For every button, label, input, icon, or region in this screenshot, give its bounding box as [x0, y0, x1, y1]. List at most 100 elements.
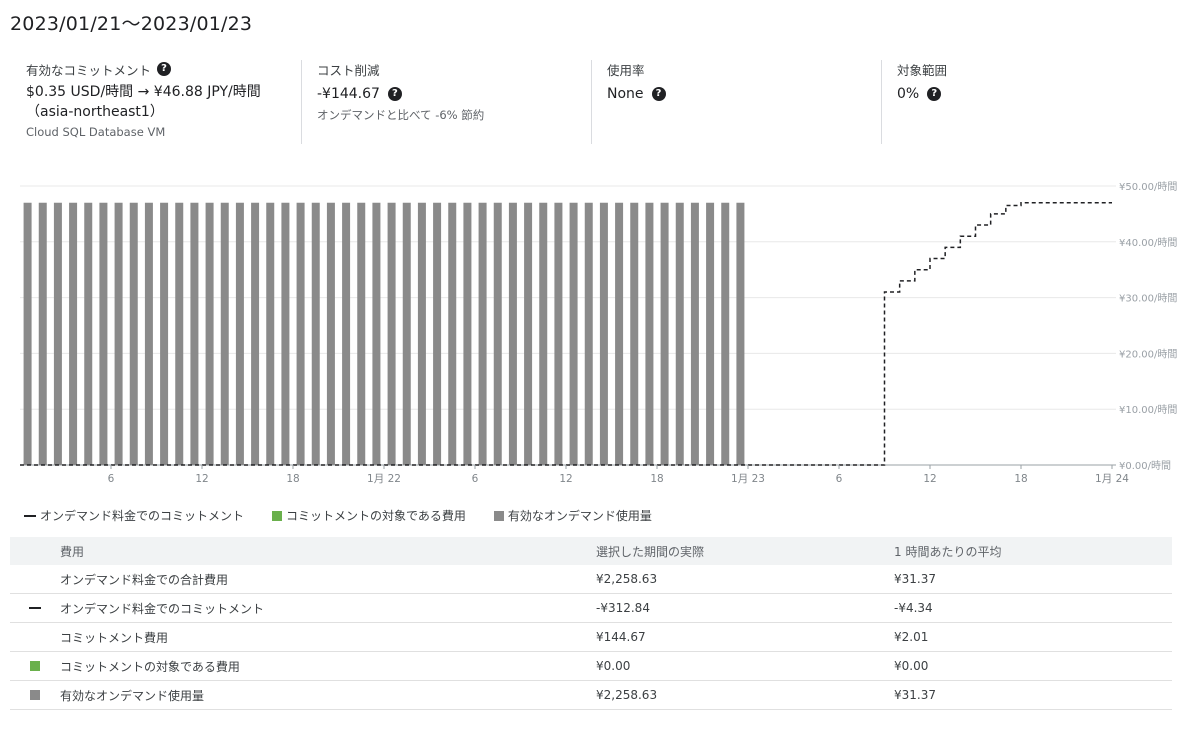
row-actual: ¥2,258.63	[596, 680, 894, 710]
table-row: オンデマンド料金での合計費用 ¥2,258.63 ¥31.37	[10, 565, 1172, 594]
row-name: コミットメントの対象である費用	[60, 651, 596, 681]
table-row: オンデマンド料金でのコミットメント -¥312.84 -¥4.34	[10, 593, 1172, 623]
bar	[615, 202, 624, 466]
bar	[296, 202, 305, 466]
bar	[326, 202, 335, 466]
x-tick-label: 1月 24	[1095, 473, 1129, 485]
bar	[144, 202, 153, 466]
help-icon[interactable]: ?	[387, 87, 402, 101]
bar	[584, 202, 593, 466]
bar	[251, 202, 260, 466]
bar	[675, 202, 684, 466]
savings-card: コスト削減 -¥144.67 ? オンデマンドと比べて -6% 節約	[301, 60, 607, 144]
bar	[357, 202, 366, 466]
bar	[463, 202, 472, 466]
row-average: ¥31.37	[894, 680, 1172, 710]
y-tick-label: ¥0.00/時間	[1119, 460, 1171, 472]
bar	[372, 202, 381, 466]
row-average: -¥4.34	[894, 593, 1172, 623]
column-header-average: 1 時間あたりの平均	[894, 537, 1172, 565]
bar	[645, 202, 654, 466]
x-tick-label: 6	[108, 473, 115, 485]
dash-marker-icon	[29, 607, 41, 609]
chart-legend: オンデマンド料金でのコミットメント コミットメントの対象である費用 有効なオンデ…	[24, 507, 652, 524]
coverage-label: 対象範囲	[897, 62, 948, 78]
coverage-card: 対象範囲 0% ?	[881, 60, 1167, 144]
y-tick-label: ¥50.00/時間	[1119, 181, 1177, 193]
bar	[69, 202, 78, 466]
bar	[175, 202, 184, 466]
bar	[554, 202, 563, 466]
bar	[569, 202, 578, 466]
table-row: コミットメント費用 ¥144.67 ¥2.01	[10, 622, 1172, 652]
y-tick-label: ¥40.00/時間	[1119, 237, 1177, 249]
x-tick-label: 12	[923, 473, 936, 485]
date-range-title: 2023/01/21〜2023/01/23	[10, 13, 253, 35]
bar	[630, 202, 639, 466]
help-icon[interactable]: ?	[157, 62, 172, 76]
table-row: コミットメントの対象である費用 ¥0.00 ¥0.00	[10, 651, 1172, 681]
row-name: オンデマンド料金での合計費用	[60, 565, 596, 594]
row-name: 有効なオンデマンド使用量	[60, 680, 596, 710]
savings-value: -¥144.67	[317, 86, 380, 102]
commitment-label: 有効なコミットメント	[26, 62, 152, 78]
bar	[508, 202, 517, 466]
bar	[433, 202, 442, 466]
x-tick-label: 18	[286, 473, 299, 485]
summary-cards: 有効なコミットメント ? $0.35 USD/時間 → ¥46.88 JPY/時…	[10, 60, 1172, 144]
legend-item-commitment[interactable]: オンデマンド料金でのコミットメント	[24, 507, 244, 524]
bar	[266, 202, 275, 466]
bar	[736, 202, 745, 466]
bar	[387, 202, 396, 466]
row-actual: ¥0.00	[596, 651, 894, 681]
gray-marker-icon	[30, 690, 40, 700]
bar	[721, 202, 730, 466]
utilization-value: None	[607, 86, 644, 102]
bar	[99, 202, 108, 466]
bar	[190, 202, 199, 466]
commitment-sub: Cloud SQL Database VM	[26, 125, 166, 139]
bar	[311, 202, 320, 466]
x-tick-label: 18	[650, 473, 663, 485]
bar	[524, 202, 533, 466]
bar	[38, 202, 47, 466]
help-icon[interactable]: ?	[651, 87, 666, 101]
bar	[342, 202, 351, 466]
legend-item-covered[interactable]: コミットメントの対象である費用	[272, 507, 466, 524]
bar	[478, 202, 487, 466]
bar	[114, 202, 123, 466]
savings-sub: オンデマンドと比べて -6% 節約	[317, 108, 485, 122]
dash-swatch-icon	[24, 514, 36, 517]
row-average: ¥0.00	[894, 651, 1172, 681]
y-tick-label: ¥30.00/時間	[1119, 293, 1177, 305]
x-tick-label: 6	[472, 473, 479, 485]
column-header-actual: 選択した期間の実際	[596, 537, 894, 565]
bar	[220, 202, 229, 466]
bar	[599, 202, 608, 466]
cost-table: 費用 選択した期間の実際 1 時間あたりの平均 オンデマンド料金での合計費用 ¥2…	[10, 537, 1172, 710]
row-actual: ¥144.67	[596, 622, 894, 652]
row-name: オンデマンド料金でのコミットメント	[60, 593, 596, 623]
green-marker-icon	[30, 661, 40, 671]
help-icon[interactable]: ?	[927, 87, 942, 101]
row-average: ¥2.01	[894, 622, 1172, 652]
bar	[493, 202, 502, 466]
commitment-region: （asia-northeast1）	[26, 104, 164, 120]
row-average: ¥31.37	[894, 565, 1172, 594]
legend-item-ondemand[interactable]: 有効なオンデマンド使用量	[493, 507, 652, 524]
green-swatch-icon	[272, 510, 283, 521]
y-tick-label: ¥10.00/時間	[1119, 404, 1177, 416]
y-tick-label: ¥20.00/時間	[1119, 348, 1177, 360]
bar	[539, 202, 548, 466]
commitment-card: 有効なコミットメント ? $0.35 USD/時間 → ¥46.88 JPY/時…	[26, 60, 296, 144]
bar	[160, 202, 169, 466]
column-header-cost: 費用	[60, 537, 596, 565]
bar	[205, 202, 214, 466]
x-tick-label: 12	[195, 473, 208, 485]
x-tick-label: 6	[836, 473, 843, 485]
savings-label: コスト削減	[317, 62, 380, 78]
row-actual: -¥312.84	[596, 593, 894, 623]
x-tick-label: 12	[559, 473, 572, 485]
bar	[448, 202, 457, 466]
row-actual: ¥2,258.63	[596, 565, 894, 594]
